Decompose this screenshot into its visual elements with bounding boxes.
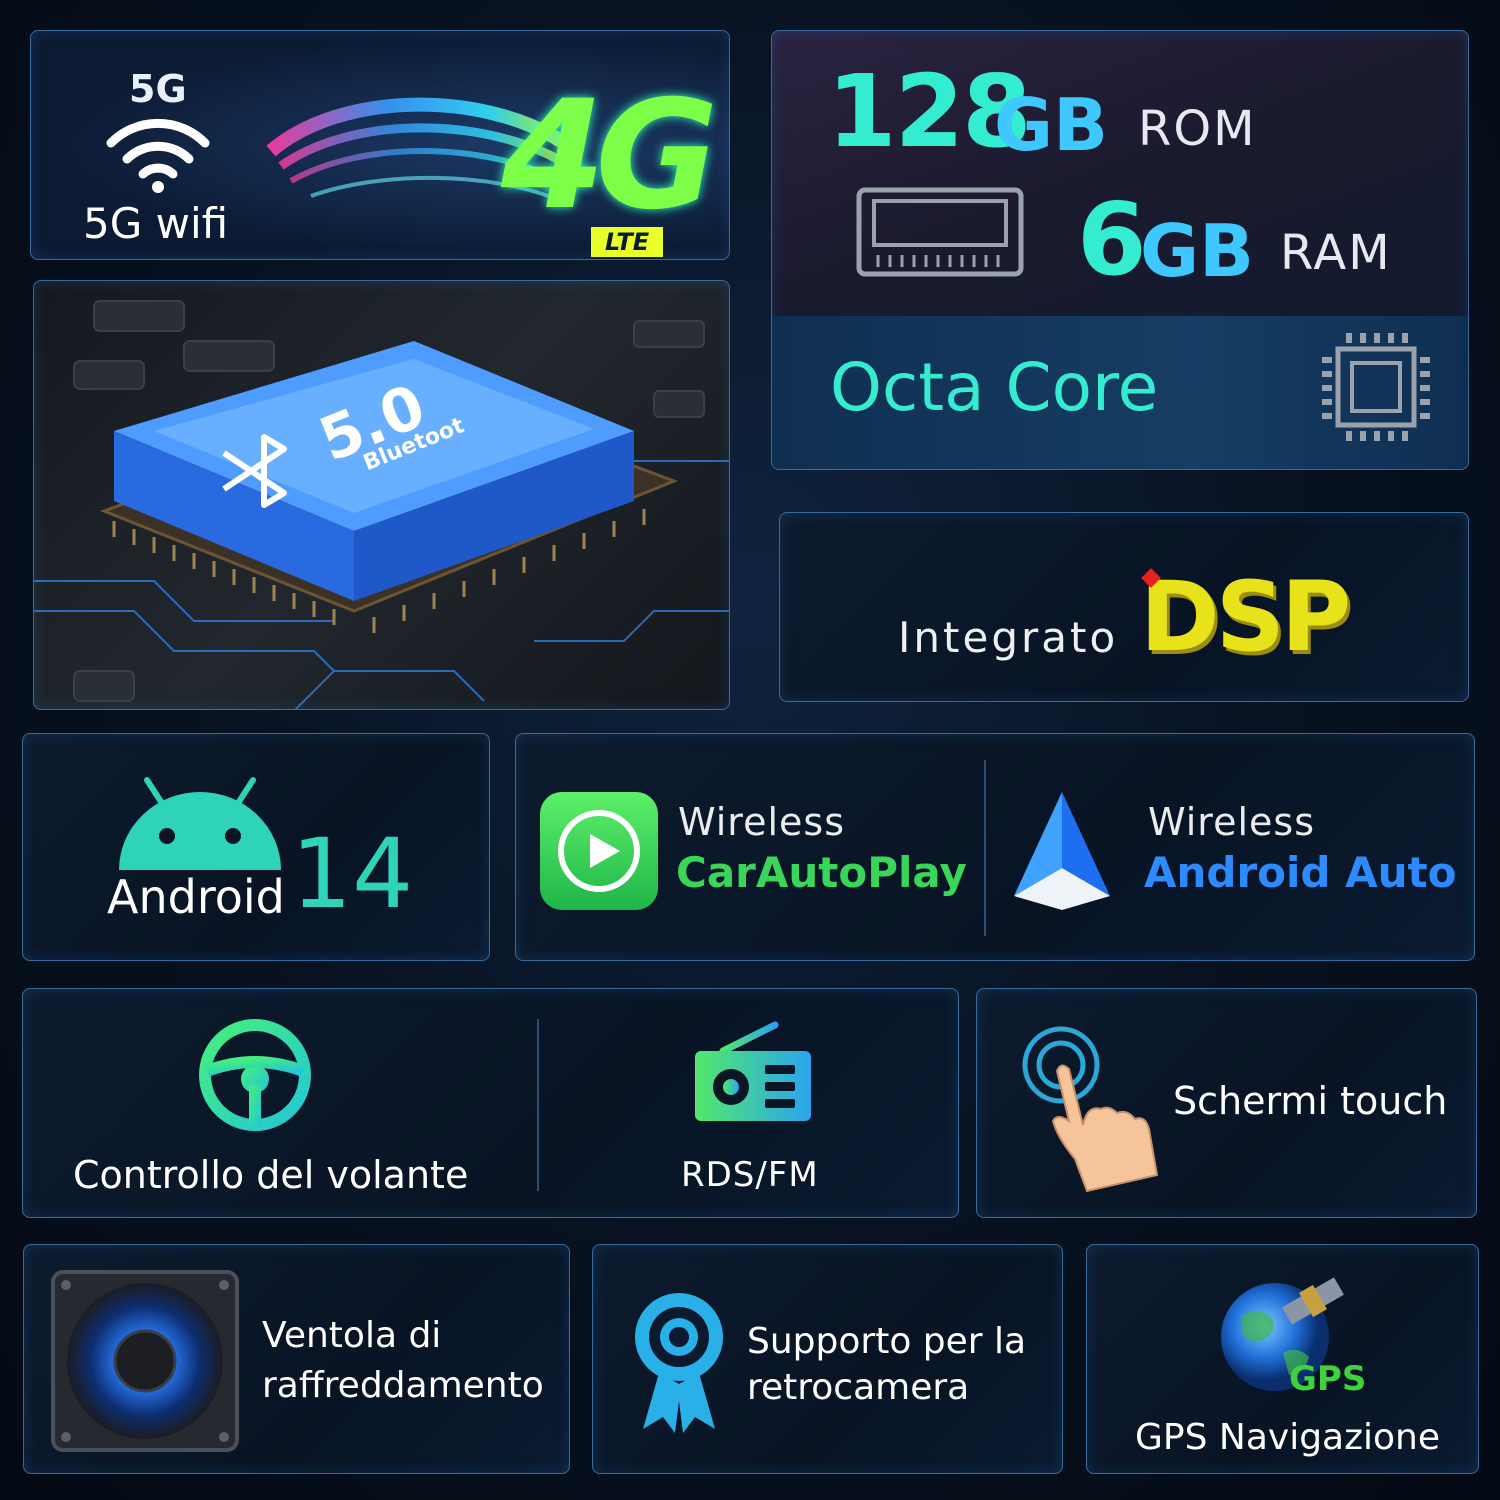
- camera-line2: retrocamera: [747, 1367, 970, 1408]
- play-icon: [558, 810, 640, 892]
- android-version: 14: [291, 818, 414, 930]
- rom-unit: GB: [994, 83, 1108, 167]
- bluetooth-icon: [222, 434, 287, 508]
- android-auto-icon: [1014, 792, 1110, 910]
- android-auto-line1: Wireless: [1148, 800, 1315, 844]
- bluetooth-panel: 5.0 Bluetoot: [33, 280, 730, 710]
- fan-line1: Ventola di: [262, 1315, 442, 1356]
- wireless-divider: [984, 760, 986, 936]
- camera-panel: Supporto per la retrocamera: [592, 1244, 1063, 1474]
- steering-wheel-icon: [199, 1019, 311, 1131]
- carplay-line2: CarAutoPlay: [676, 848, 967, 897]
- android-auto-line2: Android Auto: [1144, 848, 1457, 897]
- rear-camera-icon: [635, 1293, 723, 1433]
- dsp-logo: DSP: [1140, 561, 1351, 673]
- ram-value: 6: [1077, 181, 1147, 298]
- android-label: Android: [107, 870, 285, 924]
- controls-panel: Controllo del volante RDS/FM: [22, 988, 959, 1218]
- ram-module-icon: [856, 187, 1024, 277]
- wifi-icon: [106, 118, 210, 193]
- cooling-fan-icon: [51, 1270, 239, 1452]
- wireless-projection-panel: Wireless CarAutoPlay Wireless Android Au…: [515, 733, 1475, 961]
- touch-hand-icon: [1022, 1026, 1159, 1193]
- cpu-chip-icon: [1322, 333, 1430, 441]
- gps-label: GPS Navigazione: [1135, 1417, 1440, 1458]
- wifi-label: 5G wifi: [83, 199, 229, 248]
- circuit-board-graphic: [34, 300, 729, 709]
- carplay-line1: Wireless: [678, 800, 845, 844]
- camera-line1: Supporto per la: [747, 1321, 1027, 1362]
- gps-badge: GPS: [1289, 1359, 1367, 1399]
- cellular-4g: 4G: [501, 69, 718, 243]
- fan-panel: Ventola di raffreddamento: [23, 1244, 570, 1474]
- radio-icon: [695, 1021, 811, 1121]
- dsp-panel: Integrato DSP: [779, 512, 1469, 702]
- cpu-label: Octa Core: [830, 349, 1159, 426]
- steering-label: Controllo del volante: [73, 1153, 469, 1197]
- wifi-badge: 5G: [129, 67, 187, 111]
- radio-label: RDS/FM: [681, 1155, 819, 1195]
- carplay-app-icon: [540, 792, 658, 910]
- memory-panel: 128 GB ROM 6 GB RAM Octa Core: [771, 30, 1469, 470]
- network-panel: 5G 5G wifi 4G LTE: [30, 30, 730, 260]
- gps-panel: GPS GPS Navigazione: [1086, 1244, 1479, 1474]
- touch-label: Schermi touch: [1173, 1079, 1448, 1123]
- rom-label: ROM: [1138, 101, 1257, 157]
- touch-panel: Schermi touch: [976, 988, 1477, 1218]
- fan-line2: raffreddamento: [262, 1365, 544, 1406]
- android-robot-icon: [119, 777, 281, 870]
- lte-badge: LTE: [591, 227, 664, 257]
- android-panel: Android 14: [22, 733, 490, 961]
- dsp-prefix: Integrato: [898, 613, 1119, 662]
- controls-divider: [537, 1019, 539, 1191]
- ram-unit: GB: [1140, 209, 1254, 293]
- ram-label: RAM: [1280, 225, 1392, 281]
